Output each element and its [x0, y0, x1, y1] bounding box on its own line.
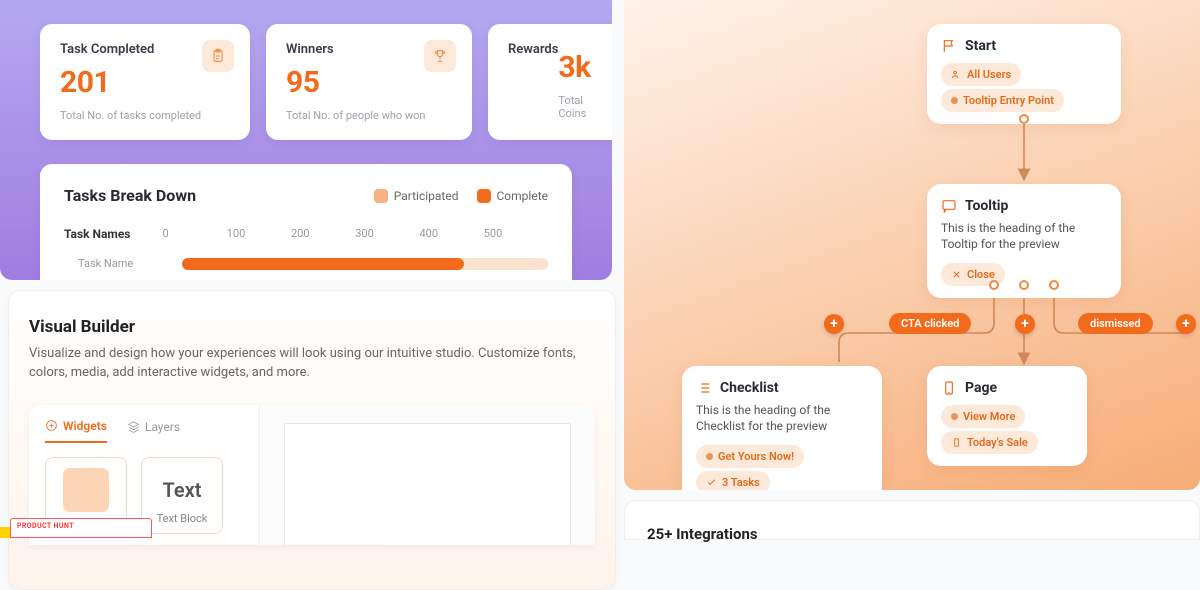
stat-sub: Total No. of people who won — [286, 109, 452, 122]
x-icon — [951, 269, 962, 280]
breakdown-scale: Task Names 0 100 200 300 400 500 — [64, 227, 548, 241]
add-edge-button[interactable]: + — [1176, 314, 1196, 334]
tasks-breakdown-card: Tasks Break Down Participated Complete T… — [40, 164, 572, 280]
legend-completed: Complete — [477, 189, 549, 203]
port-out[interactable] — [989, 280, 999, 290]
widget-text[interactable]: Text Text Block — [141, 457, 223, 534]
stat-title: Rewards — [508, 42, 558, 126]
stat-cards-row: Task Completed 201 Total No. of tasks co… — [8, 24, 604, 140]
add-edge-button[interactable]: + — [1015, 314, 1035, 334]
pill-view-more[interactable]: View More — [941, 405, 1025, 428]
pill-get-yours[interactable]: Get Yours Now! — [696, 445, 804, 468]
integrations-title: 25+ Integrations — [647, 525, 1177, 543]
stat-card-tasks: Task Completed 201 Total No. of tasks co… — [40, 24, 250, 140]
port-out[interactable] — [1019, 280, 1029, 290]
canvas[interactable] — [259, 405, 595, 545]
visual-builder-desc: Visualize and design how your experience… — [29, 345, 595, 383]
list-icon — [696, 380, 712, 396]
port-out[interactable] — [1019, 114, 1029, 124]
visual-builder-panel: Visual Builder Visualize and design how … — [8, 290, 616, 590]
tab-layers[interactable]: Layers — [127, 420, 180, 442]
tab-widgets[interactable]: Widgets — [45, 419, 107, 443]
pill-all-users[interactable]: All Users — [941, 63, 1021, 86]
pill-entry-point[interactable]: Tooltip Entry Point — [941, 89, 1064, 112]
flag-icon — [941, 38, 957, 54]
message-icon — [941, 198, 957, 214]
layers-icon — [127, 420, 140, 433]
flow-node-checklist[interactable]: Checklist This is the heading of the Che… — [682, 366, 882, 490]
phone-icon — [941, 380, 957, 396]
stat-value: 3k — [558, 50, 590, 85]
trophy-icon — [424, 40, 456, 72]
flow-canvas[interactable]: Start All Users Tooltip Entry Point Tool… — [624, 0, 1200, 490]
users-icon — [951, 69, 962, 80]
clipboard-icon — [202, 40, 234, 72]
breakdown-bar: Task Name — [64, 257, 548, 270]
stat-sub: Total No. of tasks completed — [60, 109, 230, 122]
integrations-panel: 25+ Integrations — [624, 500, 1200, 540]
product-hunt-badge[interactable]: PRODUCT HUNT — [10, 518, 152, 538]
breakdown-title: Tasks Break Down — [64, 186, 374, 205]
phone-icon — [951, 437, 962, 448]
pill-today-sale[interactable]: Today's Sale — [941, 431, 1038, 454]
ph-corner — [0, 527, 10, 538]
bar-fill — [182, 258, 464, 270]
edge-label-cta[interactable]: CTA clicked — [889, 313, 971, 334]
visual-builder-title: Visual Builder — [29, 317, 595, 337]
flow-node-page[interactable]: Page View More Today's Sale — [927, 366, 1087, 466]
plus-circle-icon — [45, 419, 58, 432]
add-edge-button[interactable]: + — [824, 314, 844, 334]
check-icon — [706, 477, 717, 488]
pill-3-tasks[interactable]: 3 Tasks — [696, 471, 770, 490]
port-out[interactable] — [1049, 280, 1059, 290]
edge-label-dismissed[interactable]: dismissed — [1078, 313, 1153, 334]
legend-participated: Participated — [374, 189, 459, 203]
stat-card-rewards: Rewards 3k Total Coins 500 Total Coup — [488, 24, 612, 140]
stat-card-winners: Winners 95 Total No. of people who won — [266, 24, 472, 140]
flow-node-start[interactable]: Start All Users Tooltip Entry Point — [927, 24, 1121, 124]
stat-sub: Total Coins — [558, 94, 590, 120]
